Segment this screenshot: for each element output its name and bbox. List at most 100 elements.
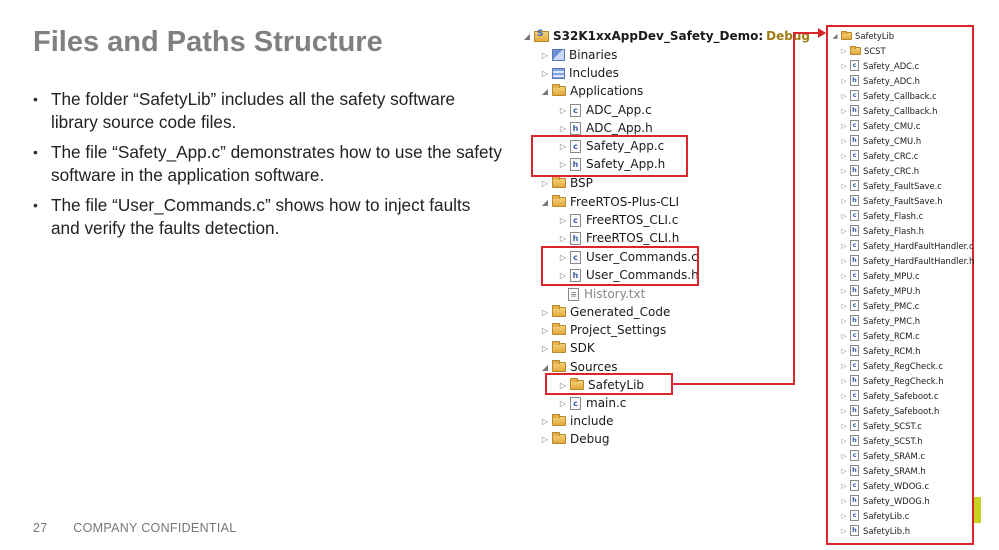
tree-row-includes[interactable]: ▷ Includes <box>540 64 619 82</box>
tree-row-file[interactable]: ▷ c Safety_MPU.c <box>840 268 920 283</box>
tree-row-applications[interactable]: ◢ Applications <box>540 82 643 100</box>
collapsed-arrow-icon[interactable]: ▷ <box>840 332 848 340</box>
collapsed-arrow-icon[interactable]: ▷ <box>840 62 848 70</box>
collapsed-arrow-icon[interactable]: ▷ <box>840 152 848 160</box>
tree-row-file[interactable]: ▷ c Safety_HardFaultHandler.c <box>840 238 974 253</box>
tree-row-file[interactable]: ▷ c Safety_PMC.c <box>840 298 919 313</box>
tree-row-file[interactable]: ▷ h Safety_SRAM.h <box>840 463 926 478</box>
collapsed-arrow-icon[interactable]: ▷ <box>840 392 848 400</box>
collapsed-arrow-icon[interactable]: ▷ <box>840 422 848 430</box>
collapsed-arrow-icon[interactable]: ▷ <box>840 272 848 280</box>
tree-row-file[interactable]: ▷ h Safety_ADC.h <box>840 73 920 88</box>
expanded-arrow-icon[interactable]: ◢ <box>831 32 839 40</box>
tree-row-file[interactable]: ▷ h Safety_Safeboot.h <box>840 403 939 418</box>
expanded-arrow-icon[interactable]: ◢ <box>540 87 550 96</box>
expanded-arrow-icon[interactable]: ◢ <box>540 198 550 207</box>
tree-row-file[interactable]: ▷ h SafetyLib.h <box>840 523 910 538</box>
tree-row-file[interactable]: ≡ History.txt <box>568 285 645 303</box>
collapsed-arrow-icon[interactable]: ▷ <box>840 227 848 235</box>
collapsed-arrow-icon[interactable]: ▷ <box>840 197 848 205</box>
tree-row-file[interactable]: ▷ c Safety_CRC.c <box>840 148 918 163</box>
collapsed-arrow-icon[interactable]: ▷ <box>540 69 550 78</box>
collapsed-arrow-icon[interactable]: ▷ <box>840 467 848 475</box>
tree-row-file[interactable]: ▷ c Safety_RCM.c <box>840 328 920 343</box>
collapsed-arrow-icon[interactable]: ▷ <box>840 47 848 55</box>
collapsed-arrow-icon[interactable]: ▷ <box>558 216 568 225</box>
tree-row-file[interactable]: ▷ c Safety_SCST.c <box>840 418 922 433</box>
collapsed-arrow-icon[interactable]: ▷ <box>840 182 848 190</box>
collapsed-arrow-icon[interactable]: ▷ <box>840 212 848 220</box>
collapsed-arrow-icon[interactable]: ▷ <box>540 308 550 317</box>
tree-row-folder[interactable]: ◢ FreeRTOS-Plus-CLI <box>540 193 679 211</box>
tree-row-file[interactable]: ▷ h Safety_FaultSave.h <box>840 193 943 208</box>
tree-row-binaries[interactable]: ▷ Binaries <box>540 46 618 64</box>
expanded-arrow-icon[interactable]: ◢ <box>540 363 550 372</box>
collapsed-arrow-icon[interactable]: ▷ <box>840 512 848 520</box>
tree-row-file[interactable]: ▷ c FreeRTOS_CLI.c <box>558 211 678 229</box>
collapsed-arrow-icon[interactable]: ▷ <box>840 107 848 115</box>
tree-row-file[interactable]: ▷ h Safety_Callback.h <box>840 103 937 118</box>
collapsed-arrow-icon[interactable]: ▷ <box>540 435 550 444</box>
collapsed-arrow-icon[interactable]: ▷ <box>540 417 550 426</box>
tree-row-folder[interactable]: ▷ SDK <box>540 339 595 357</box>
tree-row-folder[interactable]: ▷ Generated_Code <box>540 303 670 321</box>
tree-row-file[interactable]: ▷ h Safety_CMU.h <box>840 133 921 148</box>
collapsed-arrow-icon[interactable]: ▷ <box>840 92 848 100</box>
collapsed-arrow-icon[interactable]: ▷ <box>840 137 848 145</box>
tree-row-file[interactable]: ▷ c Safety_WDOG.c <box>840 478 929 493</box>
tree-row-folder[interactable]: ▷ Project_Settings <box>540 321 666 339</box>
tree-row-file[interactable]: ▷ c Safety_Safeboot.c <box>840 388 939 403</box>
tree-row-file[interactable]: ▷ c SafetyLib.c <box>840 508 909 523</box>
tree-row-file[interactable]: ▷ c Safety_SRAM.c <box>840 448 925 463</box>
collapsed-arrow-icon[interactable]: ▷ <box>558 234 568 243</box>
tree-row-root[interactable]: ◢ SafetyLib <box>831 28 894 43</box>
collapsed-arrow-icon[interactable]: ▷ <box>840 287 848 295</box>
tree-row-folder[interactable]: ▷ Debug <box>540 430 609 448</box>
tree-row-file[interactable]: ▷ c Safety_RegCheck.c <box>840 358 943 373</box>
tree-row-file[interactable]: ▷ c Safety_ADC.c <box>840 58 919 73</box>
tree-row-file[interactable]: ▷ h Safety_SCST.h <box>840 433 923 448</box>
tree-row-folder[interactable]: ▷ SCST <box>840 43 886 58</box>
collapsed-arrow-icon[interactable]: ▷ <box>540 326 550 335</box>
collapsed-arrow-icon[interactable]: ▷ <box>840 482 848 490</box>
collapsed-arrow-icon[interactable]: ▷ <box>840 377 848 385</box>
tree-row-file[interactable]: ▷ h FreeRTOS_CLI.h <box>558 229 679 247</box>
collapsed-arrow-icon[interactable]: ▷ <box>558 124 568 133</box>
collapsed-arrow-icon[interactable]: ▷ <box>840 362 848 370</box>
collapsed-arrow-icon[interactable]: ▷ <box>840 317 848 325</box>
collapsed-arrow-icon[interactable]: ▷ <box>840 407 848 415</box>
tree-row-folder[interactable]: ▷ include <box>540 412 613 430</box>
collapsed-arrow-icon[interactable]: ▷ <box>840 347 848 355</box>
tree-row-file[interactable]: ▷ c main.c <box>558 394 626 412</box>
collapsed-arrow-icon[interactable]: ▷ <box>840 257 848 265</box>
collapsed-arrow-icon[interactable]: ▷ <box>840 122 848 130</box>
collapsed-arrow-icon[interactable]: ▷ <box>840 167 848 175</box>
tree-row-file[interactable]: ▷ c Safety_Callback.c <box>840 88 937 103</box>
tree-row-file[interactable]: ▷ c Safety_FaultSave.c <box>840 178 942 193</box>
collapsed-arrow-icon[interactable]: ▷ <box>558 106 568 115</box>
collapsed-arrow-icon[interactable]: ▷ <box>840 302 848 310</box>
collapsed-arrow-icon[interactable]: ▷ <box>840 527 848 535</box>
expanded-arrow-icon[interactable]: ◢ <box>522 32 532 41</box>
tree-row-file[interactable]: ▷ h Safety_CRC.h <box>840 163 919 178</box>
tree-row-file[interactable]: ▷ h Safety_RegCheck.h <box>840 373 944 388</box>
tree-row-file[interactable]: ▷ h Safety_RCM.h <box>840 343 920 358</box>
collapsed-arrow-icon[interactable]: ▷ <box>540 51 550 60</box>
collapsed-arrow-icon[interactable]: ▷ <box>540 179 550 188</box>
collapsed-arrow-icon[interactable]: ▷ <box>840 497 848 505</box>
tree-row-file[interactable]: ▷ c Safety_Flash.c <box>840 208 923 223</box>
tree-row-file[interactable]: ▷ h Safety_MPU.h <box>840 283 920 298</box>
tree-row-file[interactable]: ▷ h Safety_PMC.h <box>840 313 920 328</box>
collapsed-arrow-icon[interactable]: ▷ <box>558 399 568 408</box>
tree-row-project[interactable]: ◢ S32K1xxAppDev_Safety_Demo: Debug <box>522 27 810 45</box>
tree-row-file[interactable]: ▷ h Safety_HardFaultHandler.h <box>840 253 974 268</box>
collapsed-arrow-icon[interactable]: ▷ <box>840 242 848 250</box>
collapsed-arrow-icon[interactable]: ▷ <box>540 344 550 353</box>
tree-row-file[interactable]: ▷ c Safety_CMU.c <box>840 118 920 133</box>
collapsed-arrow-icon[interactable]: ▷ <box>840 77 848 85</box>
tree-row-file[interactable]: ▷ c ADC_App.c <box>558 101 652 119</box>
collapsed-arrow-icon[interactable]: ▷ <box>840 452 848 460</box>
collapsed-arrow-icon[interactable]: ▷ <box>840 437 848 445</box>
tree-row-file[interactable]: ▷ h Safety_Flash.h <box>840 223 924 238</box>
tree-row-file[interactable]: ▷ h Safety_WDOG.h <box>840 493 930 508</box>
